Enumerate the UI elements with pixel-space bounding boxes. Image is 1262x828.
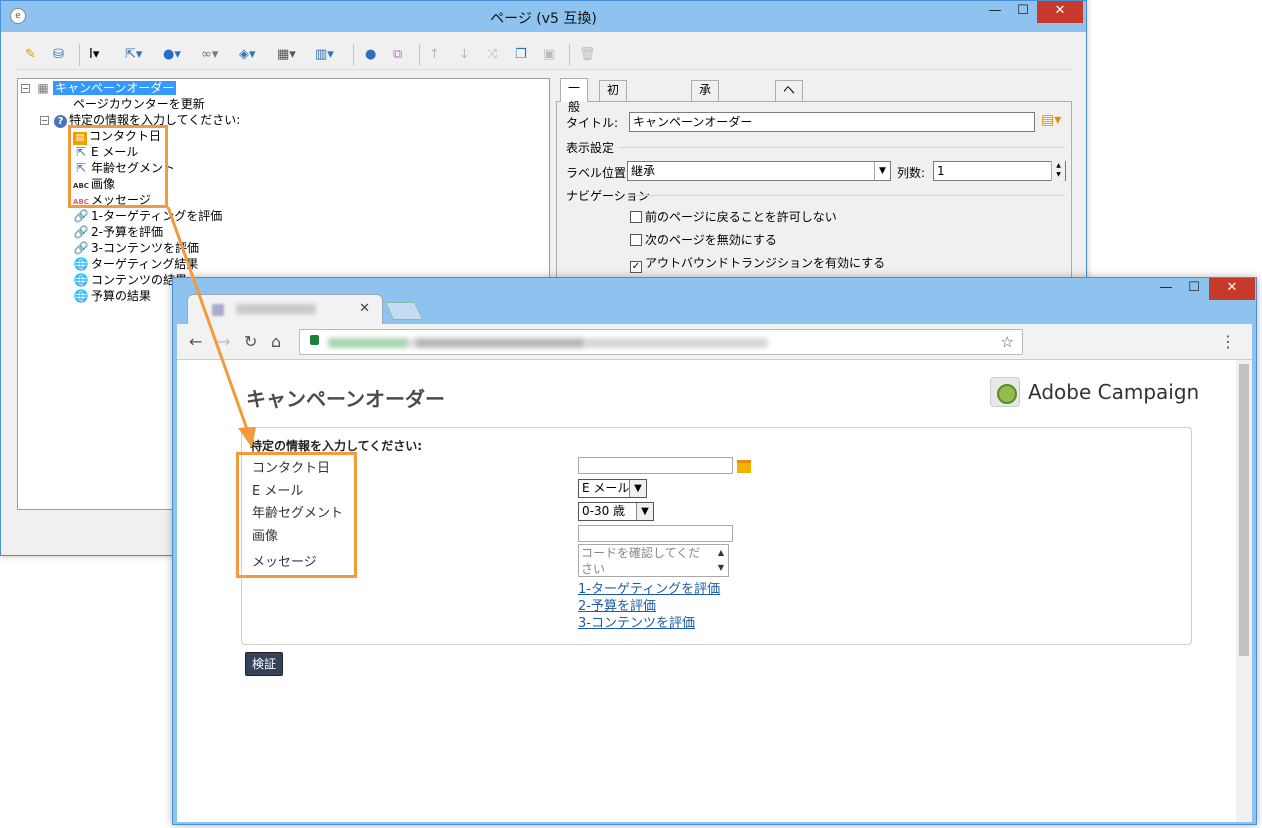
arrow-line (166, 206, 250, 433)
arrow-head-icon (238, 427, 256, 448)
callout-arrow (166, 206, 256, 448)
tab-general[interactable]: 一般 (560, 78, 589, 114)
